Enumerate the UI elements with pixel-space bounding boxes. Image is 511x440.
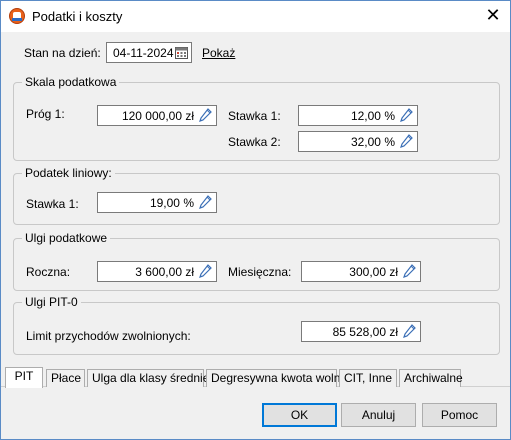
tab-cit-inne[interactable]: CIT, Inne xyxy=(339,369,397,387)
ok-button[interactable]: OK xyxy=(262,403,337,427)
cancel-button[interactable]: Anuluj xyxy=(341,403,416,427)
flat-tax-title: Podatek liniowy: xyxy=(22,166,115,180)
close-icon[interactable]: ✕ xyxy=(476,1,510,32)
window-title: Podatki i koszty xyxy=(32,9,123,24)
pencil-icon[interactable] xyxy=(198,264,212,279)
tax-relief-title: Ulgi podatkowe xyxy=(22,231,111,245)
tab-degresywna-kwota[interactable]: Degresywna kwota wolna xyxy=(206,369,347,387)
flat-rate-field[interactable]: 19,00 % xyxy=(97,192,217,213)
threshold-field[interactable]: 120 000,00 zł xyxy=(97,105,217,126)
flat-rate-label: Stawka 1: xyxy=(26,197,79,211)
pencil-icon[interactable] xyxy=(198,195,212,210)
monthly-field[interactable]: 300,00 zł xyxy=(301,261,421,282)
tab-ulga-klasa-srednia[interactable]: Ulga dla klasy średniej xyxy=(87,369,212,387)
exempt-limit-label: Limit przychodów zwolnionych: xyxy=(26,329,191,343)
rate1-value: 12,00 % xyxy=(350,109,395,123)
pencil-icon[interactable] xyxy=(399,134,413,149)
help-button[interactable]: Pomoc xyxy=(422,403,497,427)
pencil-icon[interactable] xyxy=(402,324,416,339)
tab-pit[interactable]: PIT xyxy=(5,367,43,388)
exempt-limit-field[interactable]: 85 528,00 zł xyxy=(301,321,421,342)
date-label: Stan na dzień: xyxy=(24,46,101,60)
rate1-field[interactable]: 12,00 % xyxy=(298,105,418,126)
calendar-icon[interactable] xyxy=(175,46,188,59)
annual-label: Roczna: xyxy=(26,265,71,279)
tab-place[interactable]: Płace xyxy=(46,369,85,387)
dialog-body: Stan na dzień: 04-11-2024 Pokaż Skala po… xyxy=(1,32,510,439)
threshold-label: Próg 1: xyxy=(26,107,65,121)
tax-scale-title: Skala podatkowa xyxy=(22,75,120,89)
exempt-limit-value: 85 528,00 zł xyxy=(332,325,398,339)
rate2-field[interactable]: 32,00 % xyxy=(298,131,418,152)
pencil-icon[interactable] xyxy=(399,108,413,123)
date-input[interactable]: 04-11-2024 xyxy=(106,42,192,63)
monthly-value: 300,00 zł xyxy=(349,265,398,279)
tab-archiwalne[interactable]: Archiwalne xyxy=(399,369,463,387)
pencil-icon[interactable] xyxy=(198,108,212,123)
flat-tax-group: Podatek liniowy: xyxy=(13,166,500,225)
pencil-icon[interactable] xyxy=(402,264,416,279)
rate2-label: Stawka 2: xyxy=(228,135,281,149)
cit-app-icon xyxy=(9,8,25,24)
annual-value: 3 600,00 zł xyxy=(135,265,194,279)
dialog-window: Podatki i koszty ✕ Stan na dzień: 04-11-… xyxy=(0,0,511,440)
rate2-value: 32,00 % xyxy=(350,135,395,149)
show-link[interactable]: Pokaż xyxy=(202,46,235,60)
pit0-title: Ulgi PIT-0 xyxy=(22,295,81,309)
title-bar[interactable]: Podatki i koszty ✕ xyxy=(1,1,510,32)
rate1-label: Stawka 1: xyxy=(228,109,281,123)
annual-field[interactable]: 3 600,00 zł xyxy=(97,261,217,282)
date-value: 04-11-2024 xyxy=(113,46,174,60)
flat-rate-value: 19,00 % xyxy=(149,196,194,210)
monthly-label: Miesięczna: xyxy=(228,265,292,279)
threshold-value: 120 000,00 zł xyxy=(121,109,194,123)
